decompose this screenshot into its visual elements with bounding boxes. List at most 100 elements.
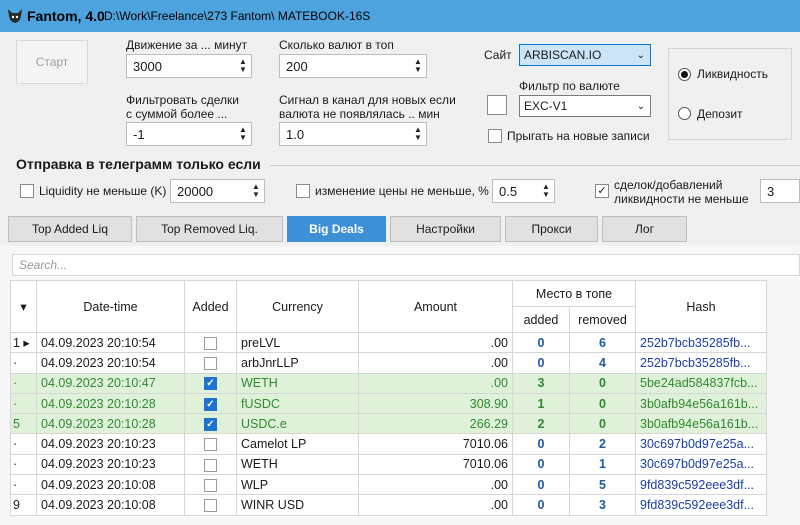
header-added[interactable]: Added	[184, 280, 237, 333]
cell-datetime: 04.09.2023 20:10:28	[36, 413, 185, 435]
tab-big-deals[interactable]: Big Deals	[287, 216, 386, 242]
radio-selected-icon[interactable]	[678, 68, 691, 81]
start-button[interactable]: Старт	[16, 40, 88, 84]
spin-arrows-icon[interactable]: ▲ ▼	[538, 180, 554, 202]
checkbox-empty-icon[interactable]	[204, 499, 217, 513]
spin-arrows-icon[interactable]: ▲ ▼	[235, 123, 251, 145]
site-select[interactable]: ARBISCAN.IO ⌄	[519, 44, 651, 66]
header-amount[interactable]: Amount	[358, 280, 513, 333]
spin-arrows-icon[interactable]: ▲ ▼	[235, 55, 251, 77]
radio-liquidity[interactable]	[678, 67, 691, 81]
row-indicator: 5	[10, 413, 37, 435]
jump-new-records-label: Прыгать на новые записи	[507, 129, 650, 143]
table-row[interactable]: · 04.09.2023 20:10:23 WETH 7010.06 0 1 30c697b…	[10, 453, 767, 476]
checkbox-empty-icon[interactable]	[204, 438, 217, 452]
row-indicator: ·	[10, 392, 37, 415]
checkbox-empty-icon[interactable]	[204, 336, 217, 350]
cell-amount: .00	[358, 352, 513, 374]
table-row[interactable]: 9 04.09.2023 20:10:08 WINR USD .00 0 3 9fd839c…	[10, 494, 767, 516]
cell-datetime: 04.09.2023 20:10:28	[36, 392, 185, 415]
liquidity-spinner[interactable]: 20000 ▲ ▼	[170, 179, 265, 203]
header-place-group: Место в топе	[512, 280, 636, 307]
cell-amount: 308.90	[358, 392, 513, 415]
cell-rank-added: 3	[512, 372, 570, 394]
table-row[interactable]: 5 04.09.2023 20:10:28 ✓ USDC.e 266.29 2 0 3b0af…	[10, 413, 767, 435]
top-count-spinner[interactable]: 200 ▲ ▼	[279, 54, 427, 78]
cell-added	[184, 474, 237, 496]
deals-spinner[interactable]: 3	[760, 179, 800, 203]
chevron-down-icon: ⌄	[636, 100, 646, 112]
cell-currency: preLVL	[236, 331, 359, 354]
deals-checkbox[interactable]: ✓	[595, 184, 609, 198]
cell-rank-added: 2	[512, 413, 570, 435]
radio-deposit[interactable]	[678, 107, 691, 123]
cell-amount: .00	[358, 474, 513, 496]
row-indicator-header[interactable]: ▾	[10, 280, 37, 333]
spin-arrows-icon[interactable]: ▲ ▼	[410, 55, 426, 77]
header-datetime[interactable]: Date-time	[36, 280, 185, 333]
header-place-added[interactable]: added	[512, 306, 570, 333]
filter-amount-spinner[interactable]: -1 ▲ ▼	[126, 122, 252, 146]
cell-rank-added: 0	[512, 474, 570, 496]
cell-rank-removed: 5	[569, 474, 636, 496]
site-value: ARBISCAN.IO	[524, 48, 602, 62]
price-change-value: 0.5	[499, 183, 518, 199]
cell-rank-removed: 0	[569, 413, 636, 435]
liquidity-value: 20000	[177, 183, 214, 199]
table-row[interactable]: 1 ▸ 04.09.2023 20:10:54 preLVL .00 0 6 252b7bc…	[10, 331, 767, 354]
radio-empty-icon[interactable]	[678, 107, 691, 120]
tab-top-removed-liq[interactable]: Top Removed Liq.	[136, 216, 283, 242]
row-indicator: ·	[10, 433, 37, 455]
spin-arrows-icon[interactable]: ▲ ▼	[248, 180, 264, 202]
jump-new-records-checkbox[interactable]	[488, 129, 502, 143]
section-divider	[270, 165, 800, 166]
movement-value: 3000	[133, 58, 162, 74]
tab-top-added-liq[interactable]: Top Added Liq	[8, 216, 132, 242]
currency-filter-checkbox[interactable]	[487, 95, 507, 115]
checkbox-empty-icon[interactable]	[204, 478, 217, 492]
row-indicator: ·	[10, 474, 37, 496]
checkbox-checked-icon[interactable]: ✓	[204, 377, 217, 391]
table-row[interactable]: · 04.09.2023 20:10:47 ✓ WETH .00 3 0 5be24ad584…	[10, 372, 767, 394]
signal-minutes-spinner[interactable]: 1.0 ▲ ▼	[279, 122, 427, 146]
cell-hash: 252b7bcb35285fb...	[635, 352, 767, 374]
tab-proxy[interactable]: Прокси	[505, 216, 598, 242]
search-input[interactable]: Search...	[12, 254, 800, 276]
cell-rank-removed: 0	[569, 392, 636, 415]
cell-rank-removed: 2	[569, 433, 636, 455]
cell-datetime: 04.09.2023 20:10:54	[36, 331, 185, 354]
cell-currency: WINR USD	[236, 494, 359, 516]
top-count-value: 200	[286, 58, 308, 74]
spin-arrows-icon[interactable]: ▲ ▼	[410, 123, 426, 145]
currency-filter-select[interactable]: EXC-V1 ⌄	[519, 95, 651, 117]
cell-hash: 3b0afb94e56a161b...	[635, 413, 767, 435]
chevron-down-icon: ⌄	[636, 49, 646, 61]
price-change-spinner[interactable]: 0.5 ▲ ▼	[492, 179, 555, 203]
checkbox-empty-icon[interactable]	[204, 458, 217, 472]
liquidity-checkbox[interactable]	[20, 184, 34, 198]
header-hash[interactable]: Hash	[635, 280, 767, 333]
cell-hash: 30c697b0d97e25a...	[635, 433, 767, 455]
table-row[interactable]: · 04.09.2023 20:10:54 arbJnrLLP .00 0 4 252b7b…	[10, 352, 767, 374]
currency-filter-value: EXC-V1	[524, 99, 568, 113]
tab-settings[interactable]: Настройки	[390, 216, 501, 242]
telegram-section-title: Отправка в телеграмм только если	[16, 156, 261, 172]
cell-rank-added: 0	[512, 494, 570, 516]
header-currency[interactable]: Currency	[236, 280, 359, 333]
table-row[interactable]: · 04.09.2023 20:10:23 Camelot LP 7010.06 0 2 3…	[10, 433, 767, 455]
checkbox-checked-icon[interactable]: ✓	[204, 397, 217, 411]
checkbox-empty-icon[interactable]	[204, 357, 217, 371]
row-indicator: 9	[10, 494, 37, 516]
table-row[interactable]: · 04.09.2023 20:10:28 ✓ fUSDC 308.90 1 0 3b0afb…	[10, 392, 767, 415]
table-row[interactable]: · 04.09.2023 20:10:08 WLP .00 0 5 9fd839c592ee…	[10, 474, 767, 496]
cell-amount: .00	[358, 494, 513, 516]
price-change-checkbox[interactable]	[296, 184, 310, 198]
title-bar: Fantom, 4.0 D:\Work\Freelance\273 Fantom…	[0, 0, 800, 32]
cell-datetime: 04.09.2023 20:10:54	[36, 352, 185, 374]
header-place-removed[interactable]: removed	[569, 306, 636, 333]
movement-spinner[interactable]: 3000 ▲ ▼	[126, 54, 252, 78]
checkbox-checked-icon[interactable]: ✓	[204, 417, 217, 431]
cell-rank-removed: 0	[569, 372, 636, 394]
tab-log[interactable]: Лог	[602, 216, 687, 242]
cell-datetime: 04.09.2023 20:10:08	[36, 494, 185, 516]
